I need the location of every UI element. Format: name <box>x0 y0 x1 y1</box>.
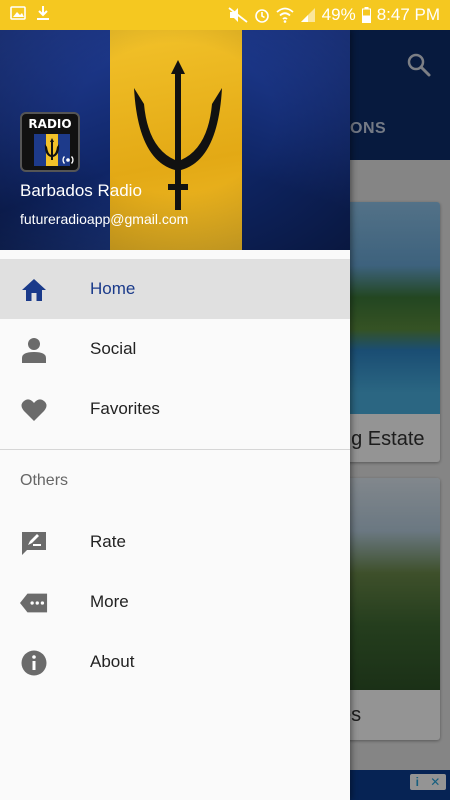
app-logo-text: RADIO <box>28 117 72 131</box>
alarm-icon <box>254 7 270 23</box>
status-bar: 49% 8:47 PM <box>0 0 450 30</box>
menu-item-label: Rate <box>90 532 126 551</box>
menu-item-label: Favorites <box>90 399 160 418</box>
drawer-header: RADIO Barbados Radio futureradioapp@gmai… <box>0 30 350 250</box>
contact-email: futureradioapp@gmail.com <box>20 211 189 227</box>
drawer-menu: Home Social Favorites Others Rate More A… <box>0 250 350 692</box>
more-icon <box>20 589 48 617</box>
menu-item-more[interactable]: More <box>0 572 350 632</box>
menu-item-favorites[interactable]: Favorites <box>0 379 350 439</box>
app-title: Barbados Radio <box>20 181 142 200</box>
menu-item-social[interactable]: Social <box>0 319 350 379</box>
app-logo: RADIO <box>20 112 80 172</box>
gallery-notification-icon <box>10 5 26 25</box>
menu-item-label: About <box>90 652 135 671</box>
menu-item-label: More <box>90 592 129 611</box>
wifi-icon <box>276 7 294 23</box>
menu-item-label: Social <box>90 339 137 358</box>
home-icon <box>20 276 48 304</box>
person-icon <box>20 336 48 364</box>
signal-icon <box>300 7 316 23</box>
download-notification-icon <box>36 5 50 26</box>
battery-icon <box>361 7 371 23</box>
info-icon <box>20 649 48 677</box>
menu-item-label: Home <box>90 279 136 298</box>
heart-icon <box>20 396 48 424</box>
menu-item-home[interactable]: Home <box>0 259 350 319</box>
navigation-drawer: RADIO Barbados Radio futureradioapp@gmai… <box>0 30 350 800</box>
clock: 8:47 PM <box>376 5 440 24</box>
section-header-others: Others <box>20 472 69 489</box>
menu-item-about[interactable]: About <box>0 632 350 692</box>
trident-emblem-icon <box>128 60 228 225</box>
battery-percent: 49% <box>321 5 356 24</box>
rate-icon <box>20 529 48 557</box>
menu-item-rate[interactable]: Rate <box>0 512 350 572</box>
mute-icon <box>228 7 248 23</box>
